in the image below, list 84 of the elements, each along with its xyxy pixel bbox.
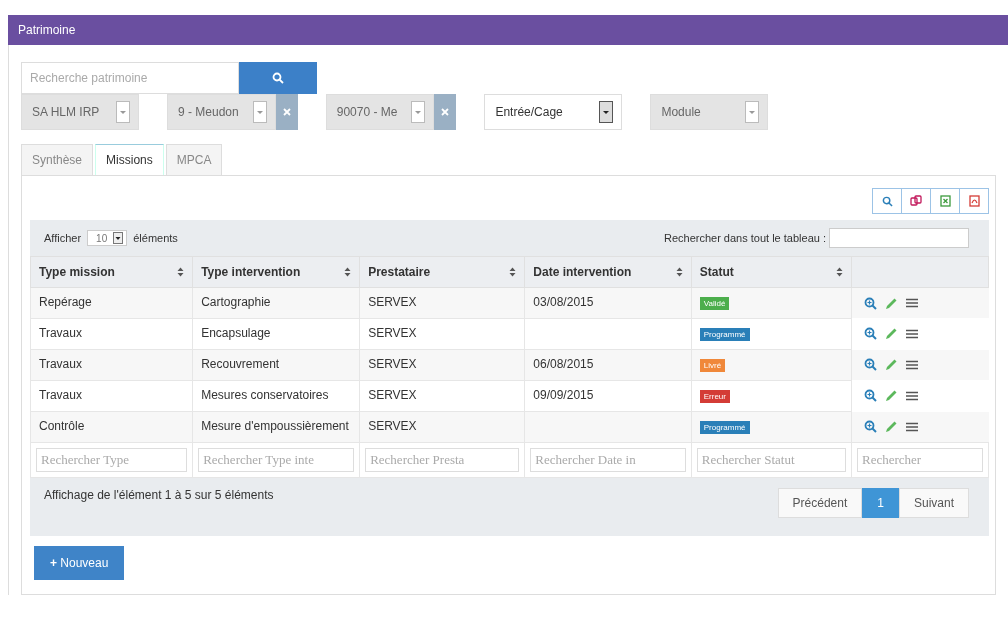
tab[interactable]: Missions bbox=[95, 144, 164, 175]
table-cell: Repérage bbox=[30, 287, 193, 319]
table-cell: Recouvrement bbox=[192, 349, 360, 381]
menu-icon[interactable] bbox=[906, 390, 918, 401]
column-filter-field[interactable]: Rechercher Presta bbox=[365, 448, 520, 472]
zoom-icon[interactable] bbox=[864, 327, 877, 340]
menu-icon[interactable] bbox=[906, 359, 918, 370]
table-cell: Cartographie bbox=[192, 287, 360, 319]
table-cell: Mesures conservatoires bbox=[192, 380, 360, 412]
table-search-field[interactable] bbox=[829, 228, 969, 248]
menu-icon[interactable] bbox=[906, 421, 918, 432]
sort-icon bbox=[675, 267, 683, 277]
close-icon bbox=[282, 108, 291, 116]
column-header[interactable]: Date intervention bbox=[524, 256, 692, 288]
column-filter-field[interactable]: Rechercher Date in bbox=[530, 448, 686, 472]
column-filter-field[interactable]: Rechercher Type inte bbox=[198, 448, 355, 472]
caret-icon bbox=[599, 101, 614, 123]
column-header[interactable]: Statut bbox=[691, 256, 852, 288]
table-cell: SERVEX bbox=[359, 411, 525, 443]
table-search-label: Rechercher dans tout le tableau : bbox=[663, 232, 826, 244]
table-cell: 09/09/2015 bbox=[524, 380, 692, 412]
elements-label: éléments bbox=[133, 232, 178, 244]
table-cell: SERVEX bbox=[359, 318, 525, 350]
pagination-button[interactable]: Précédent bbox=[777, 488, 863, 518]
dropdown[interactable]: Entrée/Cage bbox=[484, 94, 623, 130]
toolbar-button[interactable] bbox=[959, 188, 989, 214]
zoom-icon[interactable] bbox=[864, 420, 877, 433]
status-badge: Erreur bbox=[699, 390, 730, 403]
caret-icon bbox=[252, 101, 267, 123]
spreadsheet-file-icon bbox=[939, 195, 951, 207]
sort-icon bbox=[509, 267, 517, 277]
table-cell: Mesure d'empoussièrement bbox=[192, 411, 360, 443]
zoom-icon[interactable] bbox=[864, 358, 877, 371]
table-cell: SERVEX bbox=[359, 380, 525, 412]
table-cell: Contrôle bbox=[30, 411, 193, 443]
table-cell: Travaux bbox=[30, 349, 193, 381]
table-cell: Travaux bbox=[30, 318, 193, 350]
copy-icon bbox=[910, 195, 922, 207]
caret-icon bbox=[116, 101, 130, 123]
pencil-icon[interactable] bbox=[885, 296, 898, 310]
column-filter-field[interactable]: Rechercher Type bbox=[36, 448, 188, 472]
column-header[interactable]: Type mission bbox=[30, 256, 193, 288]
page-size-dropdown[interactable]: 10 bbox=[87, 230, 128, 246]
column-filter-field[interactable]: Rechercher bbox=[857, 448, 983, 472]
status-badge: Livré bbox=[699, 359, 726, 372]
table-cell: Encapsulage bbox=[192, 318, 360, 350]
show-label: Afficher bbox=[44, 232, 82, 244]
pencil-icon[interactable] bbox=[885, 420, 898, 433]
column-header[interactable]: Type intervention bbox=[192, 256, 360, 288]
table-cell: 06/08/2015 bbox=[524, 349, 692, 381]
pencil-icon[interactable] bbox=[885, 327, 898, 340]
column-filter-field[interactable]: Rechercher Statut bbox=[696, 448, 846, 472]
toolbar-button[interactable] bbox=[930, 188, 960, 214]
sort-icon bbox=[344, 267, 352, 277]
caret-icon bbox=[745, 101, 760, 123]
pencil-icon[interactable] bbox=[885, 389, 898, 402]
caret-icon bbox=[411, 101, 426, 123]
zoom-icon[interactable] bbox=[864, 296, 877, 310]
status-badge: Programmé bbox=[699, 421, 750, 434]
zoom-icon[interactable] bbox=[864, 389, 877, 402]
search-icon bbox=[881, 195, 893, 207]
table-cell: Travaux bbox=[30, 380, 193, 412]
toolbar-button[interactable] bbox=[901, 188, 931, 214]
new-button[interactable]: + Nouveau bbox=[34, 546, 125, 580]
sort-icon bbox=[836, 267, 843, 277]
caret-icon bbox=[113, 232, 124, 244]
column-header[interactable]: Prestataire bbox=[359, 256, 525, 288]
table-info: Affichage de l'élément 1 à 5 sur 5 éléments bbox=[44, 488, 274, 502]
pencil-icon[interactable] bbox=[885, 358, 898, 371]
search-icon bbox=[272, 72, 284, 84]
toolbar-button[interactable] bbox=[872, 188, 902, 214]
sort-icon bbox=[177, 267, 185, 277]
close-icon bbox=[441, 108, 450, 116]
search-field[interactable]: Recherche patrimoine bbox=[21, 62, 239, 94]
table-cell: SERVEX bbox=[359, 287, 525, 319]
menu-icon[interactable] bbox=[906, 298, 918, 308]
table-cell: 03/08/2015 bbox=[524, 287, 692, 319]
status-badge: Programmé bbox=[699, 328, 750, 341]
table-cell: SERVEX bbox=[359, 349, 525, 381]
menu-icon[interactable] bbox=[906, 328, 918, 339]
window-title: Patrimoine bbox=[18, 23, 76, 37]
status-badge: Validé bbox=[699, 297, 730, 310]
pagination-button[interactable]: Suivant bbox=[898, 488, 969, 518]
document-file-icon bbox=[968, 195, 980, 207]
